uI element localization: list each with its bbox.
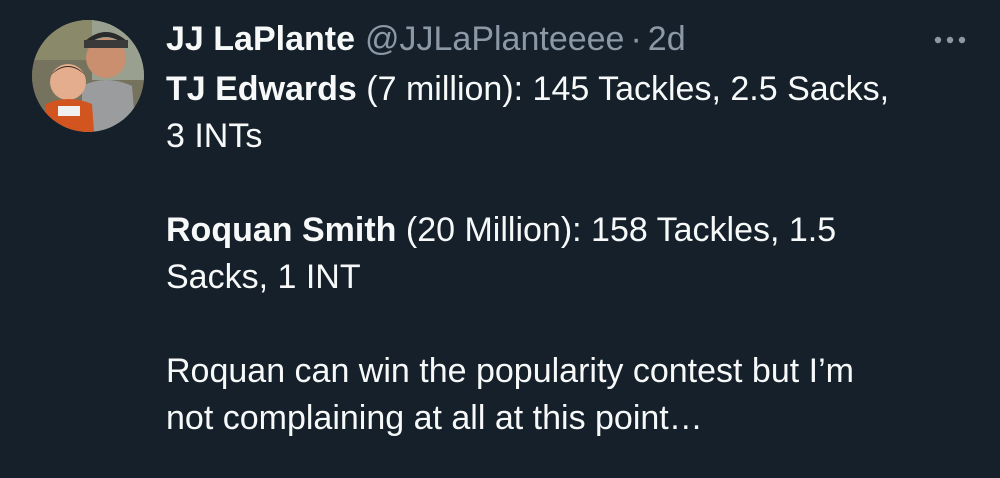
tweet-card[interactable]: JJ LaPlante @JJLaPlanteeee · 2d TJ Edwar… bbox=[0, 0, 1000, 478]
avatar-photo bbox=[32, 20, 144, 132]
player-stats: (20 Million): 158 Tackles, 1.5 bbox=[396, 211, 837, 249]
tweet-comment-line: not complaining at all at this point… bbox=[166, 399, 703, 437]
player-stats-continued: 3 INTs bbox=[166, 117, 263, 155]
player-name: TJ Edwards bbox=[166, 70, 357, 108]
tweet-paragraph: Roquan can win the popularity contest bu… bbox=[166, 348, 966, 442]
tweet-timestamp[interactable]: 2d bbox=[648, 14, 686, 64]
player-stats-continued: Sacks, 1 INT bbox=[166, 258, 361, 296]
tweet-header: JJ LaPlante @JJLaPlanteeee · 2d bbox=[166, 14, 966, 64]
tweet-comment-line: Roquan can win the popularity contest bu… bbox=[166, 352, 854, 390]
separator-dot: · bbox=[630, 20, 642, 58]
more-horizontal-icon bbox=[934, 36, 966, 44]
tweet-paragraph: Roquan Smith (20 Million): 158 Tackles, … bbox=[166, 207, 966, 301]
tweet-paragraph: TJ Edwards (7 million): 145 Tackles, 2.5… bbox=[166, 66, 966, 160]
author-display-name[interactable]: JJ LaPlante bbox=[166, 14, 355, 64]
more-options-button[interactable] bbox=[930, 20, 970, 60]
tweet-content: JJ LaPlante @JJLaPlanteeee · 2d TJ Edwar… bbox=[166, 14, 966, 442]
player-name: Roquan Smith bbox=[166, 211, 397, 249]
author-handle[interactable]: @JJLaPlanteeee bbox=[365, 14, 624, 64]
tweet-text: TJ Edwards (7 million): 145 Tackles, 2.5… bbox=[166, 66, 966, 442]
avatar[interactable] bbox=[32, 20, 144, 132]
player-stats: (7 million): 145 Tackles, 2.5 Sacks, bbox=[356, 70, 890, 108]
